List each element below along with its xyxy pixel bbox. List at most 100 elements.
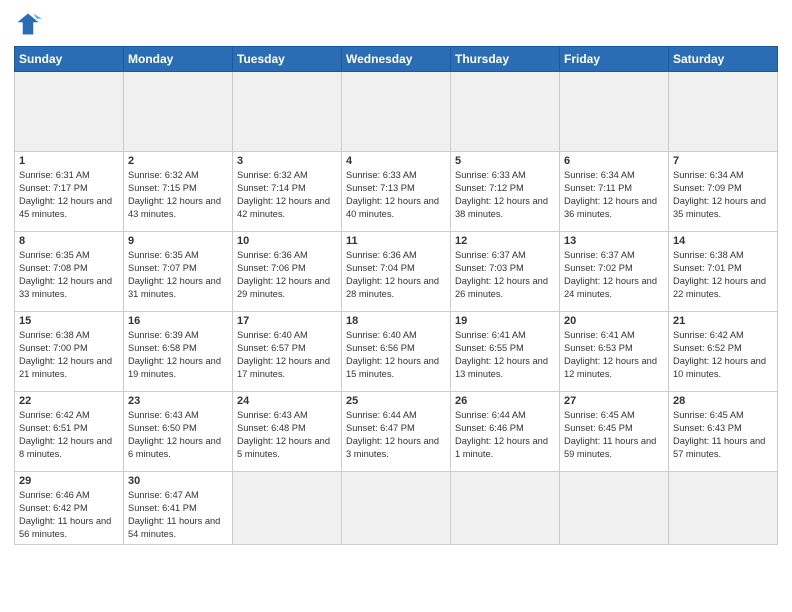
calendar-table: SundayMondayTuesdayWednesdayThursdayFrid… (14, 46, 778, 545)
cell-text: Sunrise: 6:43 AMSunset: 6:48 PMDaylight:… (237, 409, 337, 461)
cell-text: Sunrise: 6:45 AMSunset: 6:45 PMDaylight:… (564, 409, 664, 461)
day-number: 21 (673, 315, 773, 327)
calendar-cell: 20 Sunrise: 6:41 AMSunset: 6:53 PMDaylig… (560, 312, 669, 392)
calendar-cell: 6 Sunrise: 6:34 AMSunset: 7:11 PMDayligh… (560, 152, 669, 232)
day-number: 28 (673, 395, 773, 407)
calendar-header-wednesday: Wednesday (342, 47, 451, 72)
calendar-cell (233, 72, 342, 152)
day-number: 18 (346, 315, 446, 327)
logo (14, 10, 46, 38)
day-number: 5 (455, 155, 555, 167)
day-number: 10 (237, 235, 337, 247)
cell-text: Sunrise: 6:38 AMSunset: 7:01 PMDaylight:… (673, 249, 773, 301)
cell-text: Sunrise: 6:39 AMSunset: 6:58 PMDaylight:… (128, 329, 228, 381)
day-number: 13 (564, 235, 664, 247)
calendar-cell: 19 Sunrise: 6:41 AMSunset: 6:55 PMDaylig… (451, 312, 560, 392)
calendar-week-row: 29 Sunrise: 6:46 AMSunset: 6:42 PMDaylig… (15, 472, 778, 545)
calendar-header-monday: Monday (124, 47, 233, 72)
day-number: 26 (455, 395, 555, 407)
calendar-week-row (15, 72, 778, 152)
calendar-cell: 4 Sunrise: 6:33 AMSunset: 7:13 PMDayligh… (342, 152, 451, 232)
cell-text: Sunrise: 6:44 AMSunset: 6:47 PMDaylight:… (346, 409, 446, 461)
calendar-cell: 17 Sunrise: 6:40 AMSunset: 6:57 PMDaylig… (233, 312, 342, 392)
calendar-cell (233, 472, 342, 545)
cell-text: Sunrise: 6:40 AMSunset: 6:56 PMDaylight:… (346, 329, 446, 381)
cell-text: Sunrise: 6:45 AMSunset: 6:43 PMDaylight:… (673, 409, 773, 461)
day-number: 6 (564, 155, 664, 167)
cell-text: Sunrise: 6:44 AMSunset: 6:46 PMDaylight:… (455, 409, 555, 461)
calendar-header-saturday: Saturday (669, 47, 778, 72)
calendar-cell: 24 Sunrise: 6:43 AMSunset: 6:48 PMDaylig… (233, 392, 342, 472)
day-number: 11 (346, 235, 446, 247)
day-number: 14 (673, 235, 773, 247)
cell-text: Sunrise: 6:32 AMSunset: 7:15 PMDaylight:… (128, 169, 228, 221)
day-number: 17 (237, 315, 337, 327)
calendar-header-thursday: Thursday (451, 47, 560, 72)
cell-text: Sunrise: 6:41 AMSunset: 6:53 PMDaylight:… (564, 329, 664, 381)
calendar-cell: 21 Sunrise: 6:42 AMSunset: 6:52 PMDaylig… (669, 312, 778, 392)
day-number: 12 (455, 235, 555, 247)
cell-text: Sunrise: 6:43 AMSunset: 6:50 PMDaylight:… (128, 409, 228, 461)
calendar-cell: 29 Sunrise: 6:46 AMSunset: 6:42 PMDaylig… (15, 472, 124, 545)
day-number: 16 (128, 315, 228, 327)
calendar-cell: 13 Sunrise: 6:37 AMSunset: 7:02 PMDaylig… (560, 232, 669, 312)
day-number: 7 (673, 155, 773, 167)
calendar-header-row: SundayMondayTuesdayWednesdayThursdayFrid… (15, 47, 778, 72)
cell-text: Sunrise: 6:38 AMSunset: 7:00 PMDaylight:… (19, 329, 119, 381)
day-number: 27 (564, 395, 664, 407)
calendar-cell: 18 Sunrise: 6:40 AMSunset: 6:56 PMDaylig… (342, 312, 451, 392)
cell-text: Sunrise: 6:37 AMSunset: 7:02 PMDaylight:… (564, 249, 664, 301)
calendar-cell (124, 72, 233, 152)
cell-text: Sunrise: 6:34 AMSunset: 7:11 PMDaylight:… (564, 169, 664, 221)
day-number: 3 (237, 155, 337, 167)
day-number: 9 (128, 235, 228, 247)
cell-text: Sunrise: 6:33 AMSunset: 7:12 PMDaylight:… (455, 169, 555, 221)
day-number: 1 (19, 155, 119, 167)
cell-text: Sunrise: 6:42 AMSunset: 6:52 PMDaylight:… (673, 329, 773, 381)
cell-text: Sunrise: 6:31 AMSunset: 7:17 PMDaylight:… (19, 169, 119, 221)
calendar-cell: 8 Sunrise: 6:35 AMSunset: 7:08 PMDayligh… (15, 232, 124, 312)
calendar-cell (560, 472, 669, 545)
cell-text: Sunrise: 6:34 AMSunset: 7:09 PMDaylight:… (673, 169, 773, 221)
logo-icon (14, 10, 42, 38)
day-number: 29 (19, 475, 119, 487)
calendar-cell: 23 Sunrise: 6:43 AMSunset: 6:50 PMDaylig… (124, 392, 233, 472)
calendar-cell: 5 Sunrise: 6:33 AMSunset: 7:12 PMDayligh… (451, 152, 560, 232)
day-number: 25 (346, 395, 446, 407)
cell-text: Sunrise: 6:47 AMSunset: 6:41 PMDaylight:… (128, 489, 228, 541)
calendar-cell: 27 Sunrise: 6:45 AMSunset: 6:45 PMDaylig… (560, 392, 669, 472)
calendar-header-friday: Friday (560, 47, 669, 72)
cell-text: Sunrise: 6:40 AMSunset: 6:57 PMDaylight:… (237, 329, 337, 381)
cell-text: Sunrise: 6:35 AMSunset: 7:08 PMDaylight:… (19, 249, 119, 301)
day-number: 20 (564, 315, 664, 327)
calendar-cell: 28 Sunrise: 6:45 AMSunset: 6:43 PMDaylig… (669, 392, 778, 472)
day-number: 4 (346, 155, 446, 167)
day-number: 30 (128, 475, 228, 487)
calendar-cell: 25 Sunrise: 6:44 AMSunset: 6:47 PMDaylig… (342, 392, 451, 472)
calendar-cell (342, 472, 451, 545)
calendar-cell (342, 72, 451, 152)
calendar-cell: 14 Sunrise: 6:38 AMSunset: 7:01 PMDaylig… (669, 232, 778, 312)
calendar-header-sunday: Sunday (15, 47, 124, 72)
calendar-cell (451, 472, 560, 545)
calendar-cell: 22 Sunrise: 6:42 AMSunset: 6:51 PMDaylig… (15, 392, 124, 472)
cell-text: Sunrise: 6:36 AMSunset: 7:06 PMDaylight:… (237, 249, 337, 301)
calendar-week-row: 8 Sunrise: 6:35 AMSunset: 7:08 PMDayligh… (15, 232, 778, 312)
calendar-cell (669, 72, 778, 152)
calendar-cell (560, 72, 669, 152)
calendar-cell: 3 Sunrise: 6:32 AMSunset: 7:14 PMDayligh… (233, 152, 342, 232)
calendar-cell: 12 Sunrise: 6:37 AMSunset: 7:03 PMDaylig… (451, 232, 560, 312)
calendar-cell: 1 Sunrise: 6:31 AMSunset: 7:17 PMDayligh… (15, 152, 124, 232)
calendar-cell: 2 Sunrise: 6:32 AMSunset: 7:15 PMDayligh… (124, 152, 233, 232)
calendar-week-row: 15 Sunrise: 6:38 AMSunset: 7:00 PMDaylig… (15, 312, 778, 392)
calendar-cell: 11 Sunrise: 6:36 AMSunset: 7:04 PMDaylig… (342, 232, 451, 312)
calendar-cell: 15 Sunrise: 6:38 AMSunset: 7:00 PMDaylig… (15, 312, 124, 392)
cell-text: Sunrise: 6:35 AMSunset: 7:07 PMDaylight:… (128, 249, 228, 301)
calendar-cell: 9 Sunrise: 6:35 AMSunset: 7:07 PMDayligh… (124, 232, 233, 312)
day-number: 15 (19, 315, 119, 327)
cell-text: Sunrise: 6:42 AMSunset: 6:51 PMDaylight:… (19, 409, 119, 461)
calendar-cell (15, 72, 124, 152)
day-number: 24 (237, 395, 337, 407)
calendar-cell: 10 Sunrise: 6:36 AMSunset: 7:06 PMDaylig… (233, 232, 342, 312)
cell-text: Sunrise: 6:32 AMSunset: 7:14 PMDaylight:… (237, 169, 337, 221)
